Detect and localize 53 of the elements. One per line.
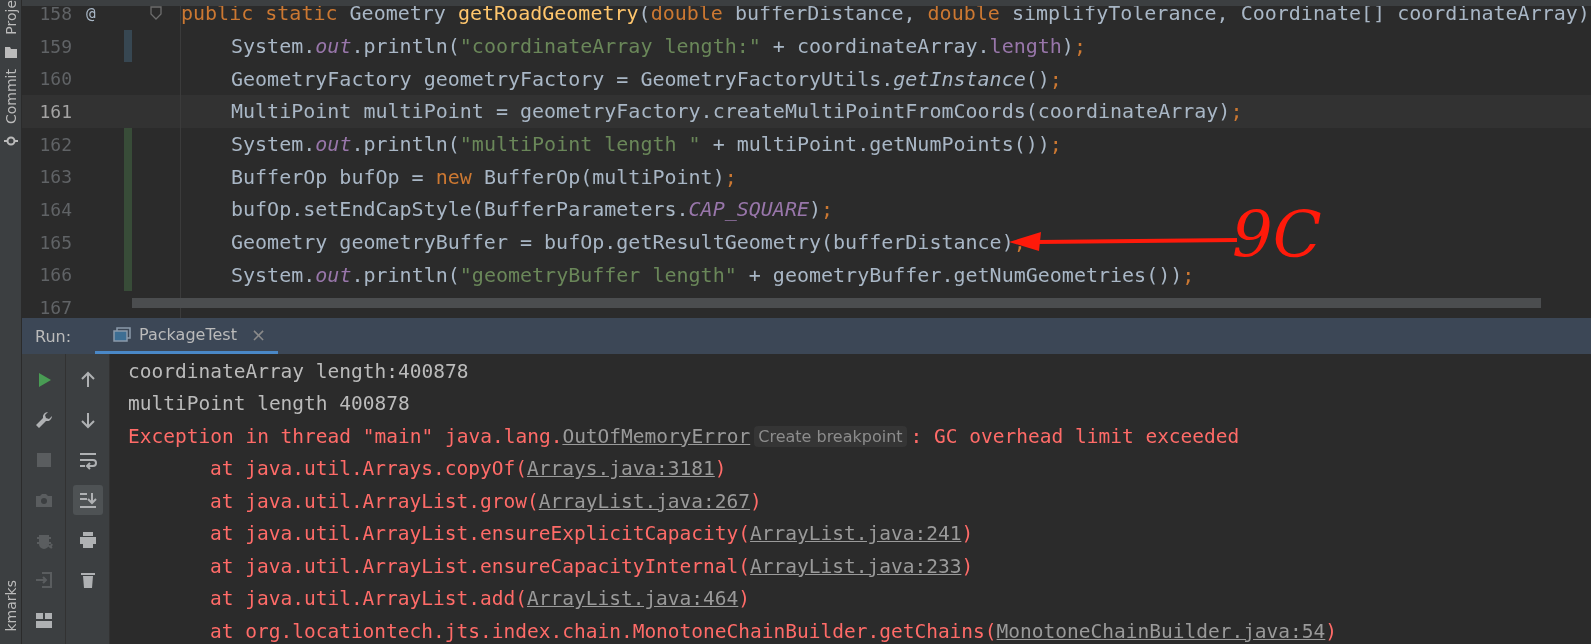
line-number: 162	[38, 133, 72, 155]
source-link[interactable]: Arrays.java:3181	[527, 457, 715, 481]
fold-icon[interactable]	[150, 6, 162, 21]
console-text: )	[961, 554, 974, 578]
code-line: GeometryFactory geometryFactory = GeometryFactoryUtils.getInstance();	[230, 66, 1062, 91]
line-number: 165	[38, 231, 72, 253]
code-line: MultiPoint multiPoint = geometryFactory.createMultiPointFromCoords(coordinateArray);	[230, 99, 1243, 124]
code-line: System.out.println("geometryBuffer length" + geometryBuffer.getNumGeometries());	[230, 262, 1195, 287]
source-link[interactable]: ArrayList.java:464	[527, 587, 739, 611]
console-text: : GC overhead limit exceeded	[910, 424, 1240, 448]
console-text: )	[714, 457, 727, 481]
console-text: at java.util.ArrayList.add(	[210, 587, 527, 611]
console-text: )	[750, 489, 762, 513]
code-line: bufOp.setEndCapStyle(BufferParameters.CAP_SQUARE);	[230, 197, 834, 222]
line-number: 159	[38, 35, 72, 57]
code-line: System.out.println("multiPoint length " + multiPoint.getNumPoints());	[230, 132, 1062, 157]
line-number: 167	[38, 297, 72, 318]
scroll-to-end-icon[interactable]	[72, 485, 103, 515]
annotation-mark: @	[85, 3, 97, 23]
source-link[interactable]: ArrayList.java:241	[750, 522, 962, 546]
console-text: Exception in thread "main" java.lang.	[128, 424, 563, 448]
console-text: at java.util.ArrayList.grow(	[210, 489, 539, 513]
line-number: 158	[38, 2, 72, 24]
scrollbar[interactable]	[132, 298, 1541, 308]
breakpoint-hint[interactable]: Create breakpoint	[754, 425, 907, 447]
source-link[interactable]: ArrayList.java:233	[750, 554, 962, 578]
source-link[interactable]: MonotoneChainBuilder.java:54	[996, 619, 1326, 643]
tool-window-label[interactable]: Commit	[0, 68, 21, 124]
console-text: at java.util.Arrays.copyOf(	[210, 457, 527, 481]
console-text: multiPoint length 400878	[128, 392, 410, 416]
code-line: System.out.println("coordinateArray length:" + coordinateArray.length);	[230, 34, 1086, 59]
source-link[interactable]: ArrayList.java:267	[538, 489, 751, 513]
run-tab[interactable]: PackageTest ×	[95, 318, 278, 354]
folder-icon[interactable]	[3, 44, 18, 59]
console-text: at java.util.ArrayList.ensureCapacityInternal(	[210, 554, 751, 578]
tool-window-label[interactable]: kmarks	[0, 580, 21, 632]
line-number: 160	[38, 68, 72, 90]
line-number: 163	[38, 166, 72, 188]
console-text: at java.util.ArrayList.ensureExplicitCapacity(	[210, 522, 751, 546]
console-text: )	[738, 587, 751, 611]
console-text: coordinateArray length:400878	[128, 359, 469, 383]
line-number: 161	[38, 100, 72, 122]
source-link[interactable]: OutOfMemoryError	[562, 424, 751, 448]
code-line: BufferOp bufOp = new BufferOp(multiPoint);	[230, 164, 737, 189]
console-window-icon	[113, 326, 132, 343]
console-text: at org.locationtech.jts.index.chain.MonotoneChainBuilder.getChains(	[210, 619, 997, 643]
line-number: 166	[38, 264, 72, 286]
console-text: )	[1325, 619, 1338, 643]
run-label: Run:	[34, 325, 73, 348]
line-number: 164	[38, 198, 72, 220]
tool-window-label[interactable]: Proje	[0, 0, 21, 35]
handwritten-note: 9C	[1232, 200, 1322, 270]
console-text: )	[961, 522, 974, 546]
